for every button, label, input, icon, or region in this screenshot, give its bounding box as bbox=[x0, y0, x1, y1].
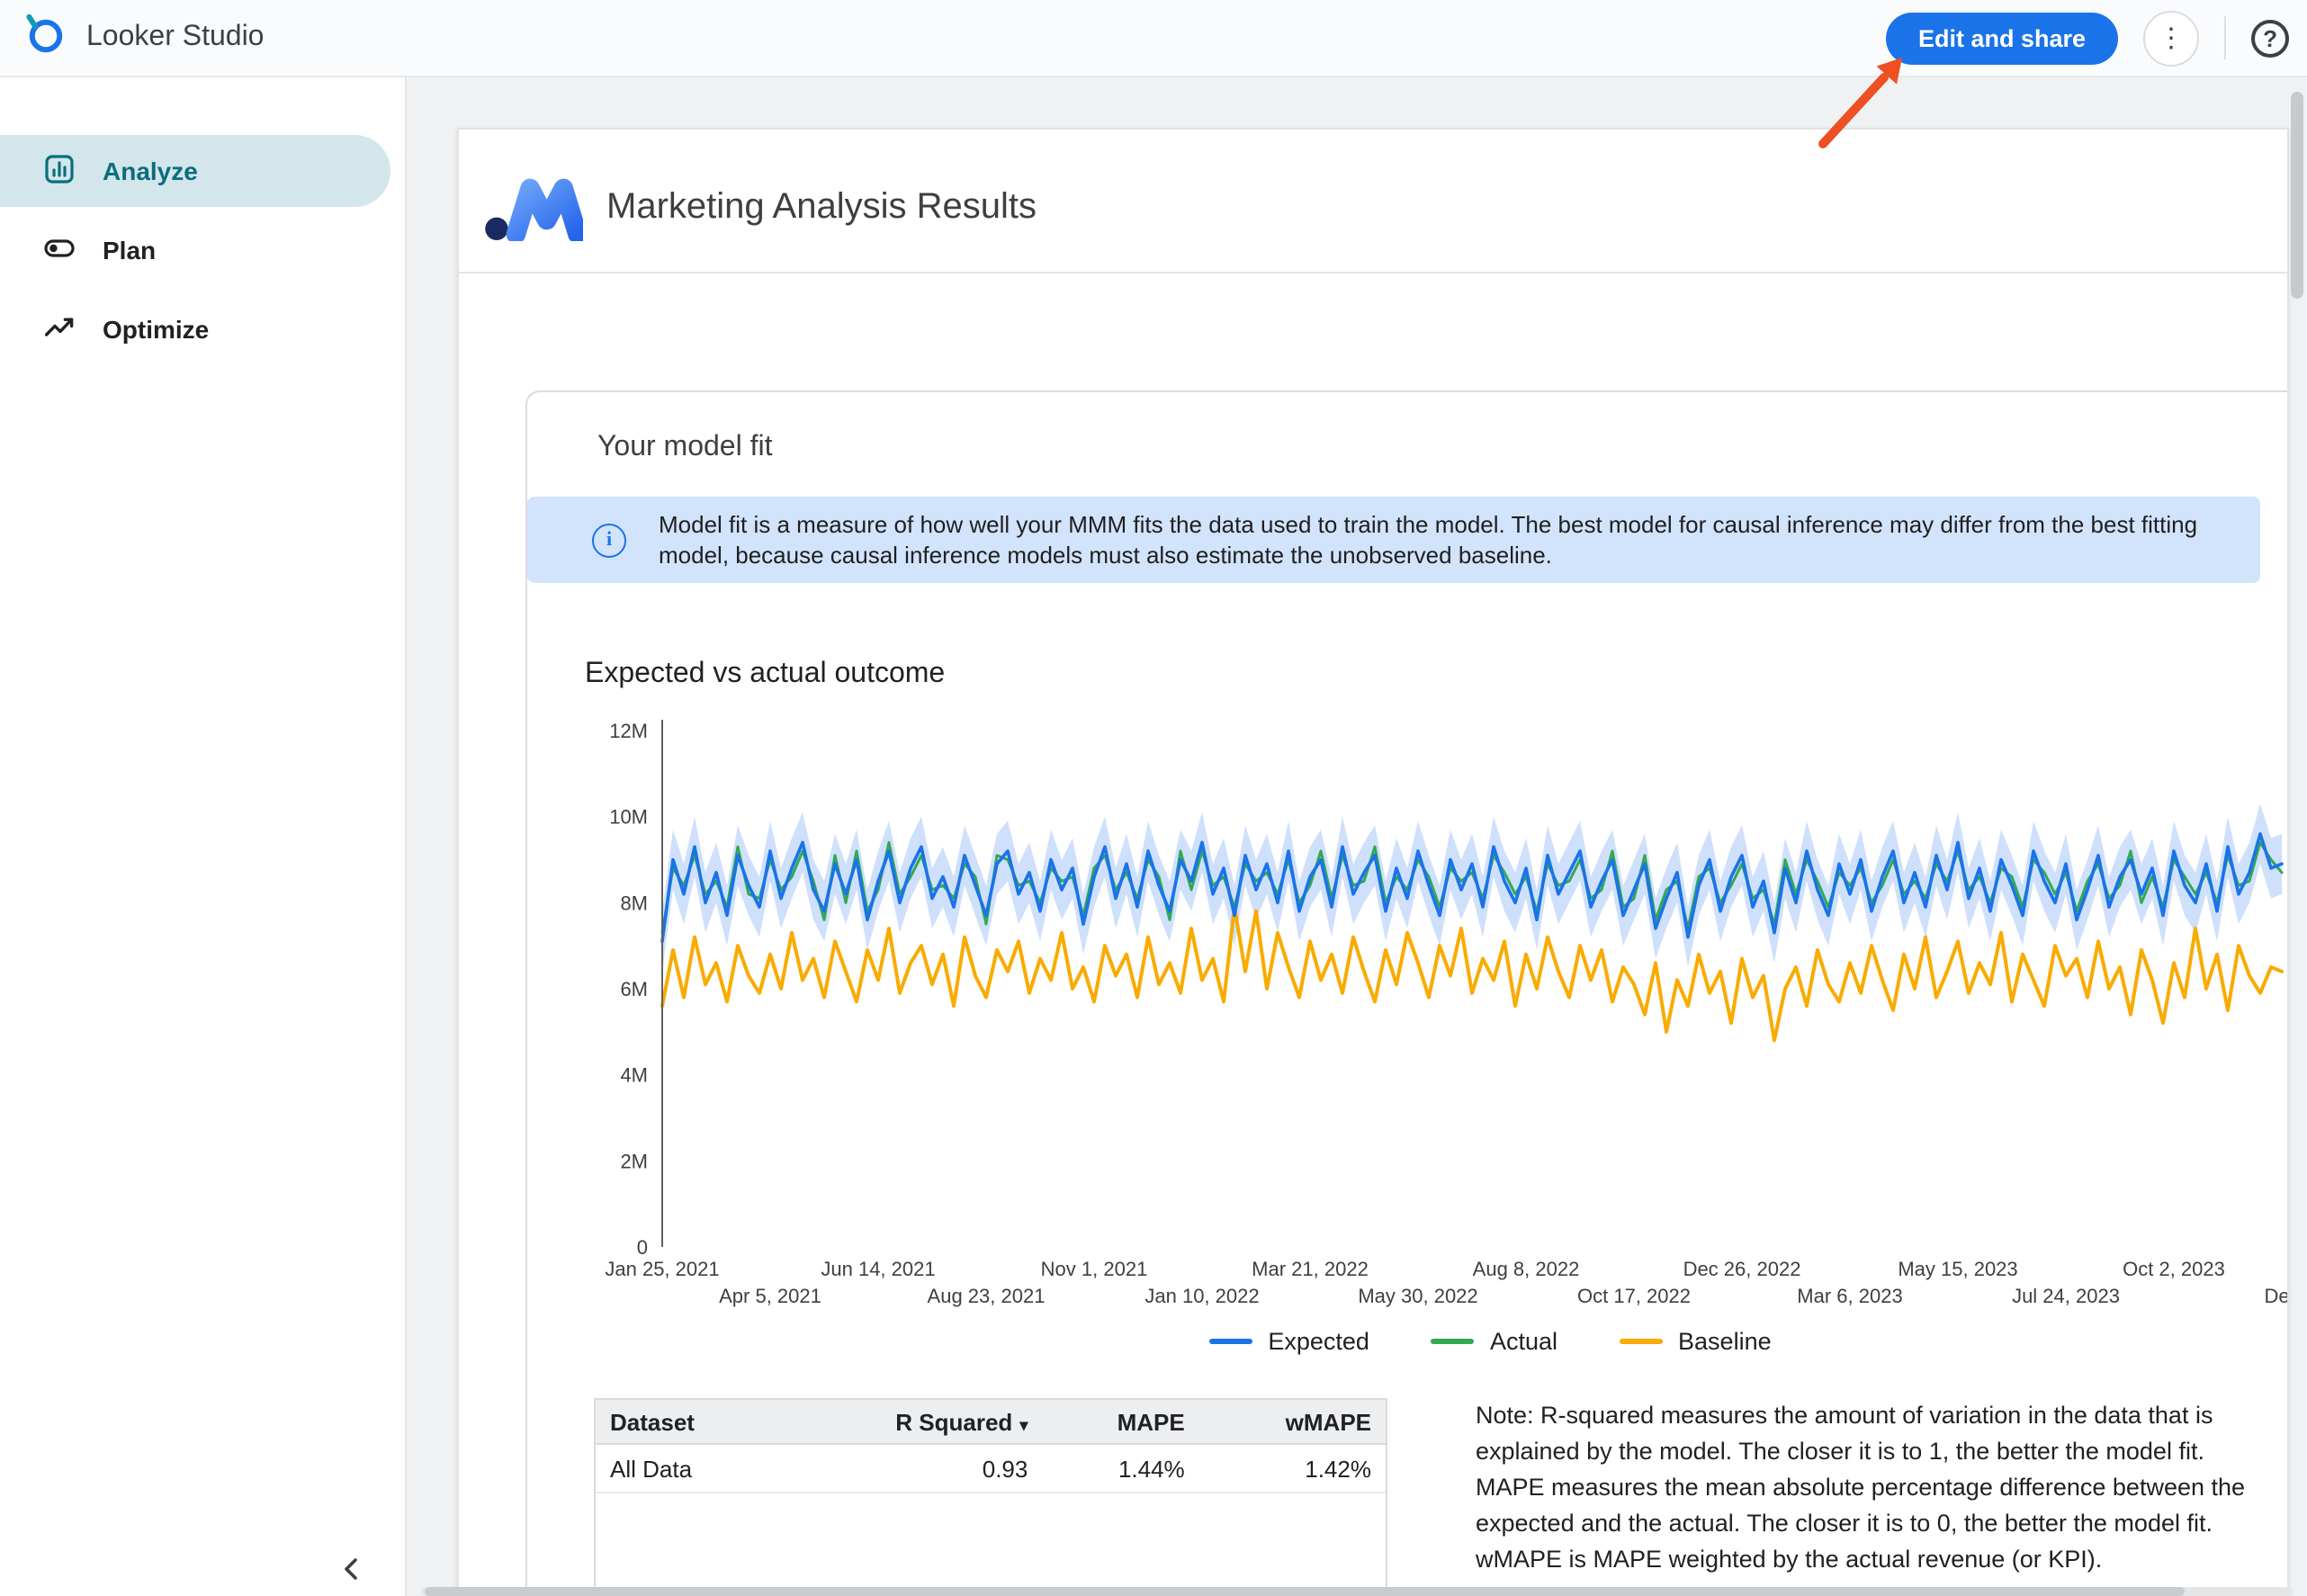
cell-r-squared: 0.93 bbox=[780, 1444, 1042, 1493]
sidebar-item-label: Optimize bbox=[103, 315, 209, 344]
cell-wmape: 1.42% bbox=[1199, 1444, 1386, 1493]
svg-text:0: 0 bbox=[637, 1236, 648, 1259]
legend-item-baseline: Baseline bbox=[1619, 1328, 1772, 1355]
header-divider bbox=[459, 272, 2287, 273]
table-empty-area bbox=[596, 1493, 1386, 1596]
chevron-left-icon bbox=[340, 1555, 362, 1583]
topbar-actions: Edit and share ⋮ ? bbox=[1886, 10, 2307, 66]
report-header: Marketing Analysis Results bbox=[459, 130, 2287, 250]
col-header-mape[interactable]: MAPE bbox=[1042, 1400, 1198, 1444]
sidebar: Analyze Plan Optimize bbox=[0, 77, 407, 1596]
meridian-logo-icon bbox=[484, 164, 583, 250]
svg-text:Mar 6, 2023: Mar 6, 2023 bbox=[1797, 1285, 1902, 1307]
section-title: Expected vs actual outcome bbox=[585, 660, 2289, 689]
sidebar-item-label: Plan bbox=[103, 236, 156, 265]
sort-descending-icon: ▾ bbox=[1019, 1415, 1028, 1433]
card-title: Your model fit bbox=[597, 434, 2289, 462]
col-header-wmape[interactable]: wMAPE bbox=[1199, 1400, 1386, 1444]
content-area: Marketing Analysis Results Your model fi… bbox=[407, 77, 2307, 1596]
kebab-icon: ⋮ bbox=[2158, 22, 2185, 54]
metrics-note: Note: R-squared measures the amount of v… bbox=[1476, 1398, 2253, 1596]
svg-text:May 15, 2023: May 15, 2023 bbox=[1898, 1258, 2017, 1280]
optimize-trending-up-icon bbox=[43, 310, 76, 348]
expected-line-swatch bbox=[1208, 1339, 1252, 1344]
table-row: All Data 0.93 1.44% 1.42% bbox=[596, 1444, 1386, 1493]
more-options-button[interactable]: ⋮ bbox=[2143, 10, 2199, 66]
horizontal-scrollbar[interactable] bbox=[421, 1587, 2293, 1596]
cell-dataset: All Data bbox=[596, 1444, 780, 1493]
svg-text:Mar 21, 2022: Mar 21, 2022 bbox=[1252, 1258, 1369, 1280]
model-fit-table: Dataset R Squared▾ MAPE wMAPE All Data bbox=[594, 1398, 1387, 1596]
app-title: Looker Studio bbox=[86, 22, 264, 54]
top-app-bar: Looker Studio Edit and share ⋮ ? bbox=[0, 0, 2307, 77]
svg-text:2M: 2M bbox=[620, 1150, 648, 1172]
help-icon: ? bbox=[2263, 24, 2277, 51]
svg-text:Aug 23, 2021: Aug 23, 2021 bbox=[928, 1285, 1046, 1307]
outcome-chart-svg: 02M4M6M8M10M12MJan 25, 2021Apr 5, 2021Ju… bbox=[581, 713, 2289, 1317]
brand: Looker Studio bbox=[0, 11, 264, 65]
looker-studio-window: Looker Studio Edit and share ⋮ ? bbox=[0, 0, 2307, 1596]
vertical-scrollbar-thumb[interactable] bbox=[2291, 92, 2303, 299]
horizontal-scrollbar-thumb[interactable] bbox=[425, 1587, 2184, 1596]
svg-text:Jan 25, 2021: Jan 25, 2021 bbox=[605, 1258, 719, 1280]
svg-text:Nov 1, 2021: Nov 1, 2021 bbox=[1041, 1258, 1148, 1280]
results-row: Dataset R Squared▾ MAPE wMAPE All Data bbox=[594, 1398, 2289, 1596]
report-canvas: Marketing Analysis Results Your model fi… bbox=[457, 128, 2289, 1596]
svg-text:Oct 2, 2023: Oct 2, 2023 bbox=[2123, 1258, 2225, 1280]
col-header-dataset[interactable]: Dataset bbox=[596, 1400, 780, 1444]
cell-mape: 1.44% bbox=[1042, 1444, 1198, 1493]
svg-text:Dec 26, 2022: Dec 26, 2022 bbox=[1683, 1258, 1801, 1280]
plan-toggle-icon bbox=[43, 231, 76, 269]
svg-text:Dec: Dec bbox=[2264, 1285, 2289, 1307]
analyze-chart-icon bbox=[43, 152, 76, 190]
sidebar-item-optimize[interactable]: Optimize bbox=[0, 293, 390, 365]
legend-item-actual: Actual bbox=[1431, 1328, 1557, 1355]
sidebar-item-plan[interactable]: Plan bbox=[0, 214, 390, 286]
svg-text:Apr 5, 2021: Apr 5, 2021 bbox=[719, 1285, 821, 1307]
svg-text:8M: 8M bbox=[620, 892, 648, 914]
svg-text:Oct 17, 2022: Oct 17, 2022 bbox=[1577, 1285, 1691, 1307]
info-banner: i Model fit is a measure of how well you… bbox=[527, 497, 2260, 583]
svg-text:4M: 4M bbox=[620, 1064, 648, 1087]
topbar-divider bbox=[2224, 16, 2226, 59]
info-icon: i bbox=[592, 523, 626, 557]
expected-vs-actual-chart[interactable]: 02M4M6M8M10M12MJan 25, 2021Apr 5, 2021Ju… bbox=[581, 713, 2289, 1317]
svg-text:6M: 6M bbox=[620, 978, 648, 1000]
actual-line-swatch bbox=[1431, 1339, 1474, 1344]
legend-item-expected: Expected bbox=[1208, 1328, 1369, 1355]
sidebar-item-label: Analyze bbox=[103, 157, 198, 185]
help-button[interactable]: ? bbox=[2251, 19, 2289, 57]
svg-text:Aug 8, 2022: Aug 8, 2022 bbox=[1473, 1258, 1580, 1280]
sidebar-collapse-button[interactable] bbox=[333, 1551, 369, 1587]
looker-studio-logo-icon bbox=[22, 11, 67, 65]
svg-text:12M: 12M bbox=[609, 720, 648, 742]
report-title: Marketing Analysis Results bbox=[606, 186, 1037, 228]
edit-and-share-button[interactable]: Edit and share bbox=[1886, 12, 2118, 64]
svg-text:Jul 24, 2023: Jul 24, 2023 bbox=[2012, 1285, 2120, 1307]
svg-text:May 30, 2022: May 30, 2022 bbox=[1358, 1285, 1477, 1307]
sidebar-item-analyze[interactable]: Analyze bbox=[0, 135, 390, 207]
chart-legend: Expected Actual Baseline bbox=[581, 1328, 2289, 1355]
svg-text:Jan 10, 2022: Jan 10, 2022 bbox=[1145, 1285, 1259, 1307]
svg-text:Jun 14, 2021: Jun 14, 2021 bbox=[821, 1258, 935, 1280]
col-header-r-squared[interactable]: R Squared▾ bbox=[780, 1400, 1042, 1444]
info-banner-text: Model fit is a measure of how well your … bbox=[659, 509, 2242, 570]
baseline-line-swatch bbox=[1619, 1339, 1662, 1344]
svg-text:10M: 10M bbox=[609, 806, 648, 829]
model-fit-card: Your model fit i Model fit is a measure … bbox=[525, 390, 2289, 1596]
